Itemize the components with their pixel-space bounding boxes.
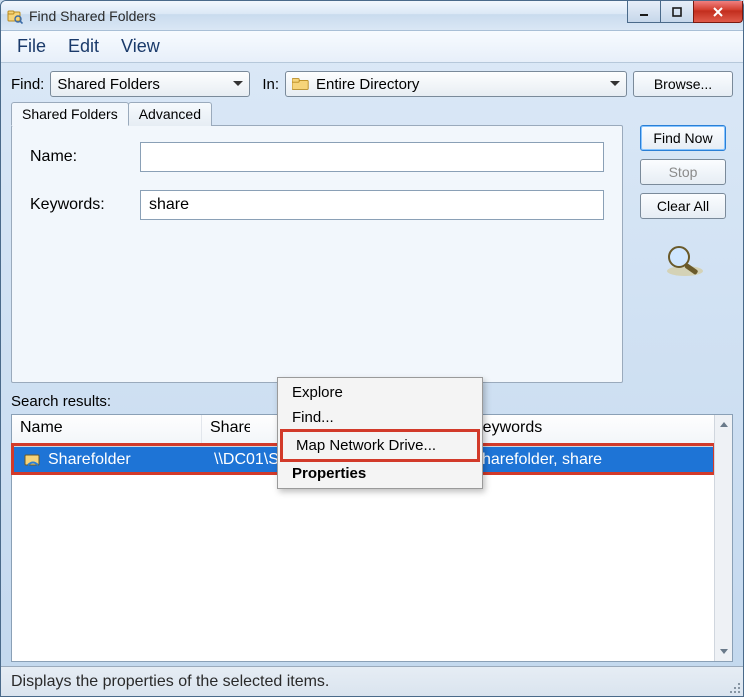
scroll-up-button[interactable] bbox=[715, 415, 732, 433]
row-name: Sharefolder bbox=[48, 451, 131, 469]
name-input[interactable] bbox=[140, 142, 604, 172]
find-type-value: Shared Folders bbox=[57, 76, 160, 93]
content-area: Find: Shared Folders In: Entire Director… bbox=[1, 63, 743, 666]
ctx-map-network-drive[interactable]: Map Network Drive... bbox=[284, 433, 476, 458]
status-text: Displays the properties of the selected … bbox=[11, 673, 329, 691]
clear-all-button[interactable]: Clear All bbox=[640, 193, 726, 219]
stop-button[interactable]: Stop bbox=[640, 159, 726, 185]
directory-icon bbox=[292, 77, 310, 91]
chevron-down-icon bbox=[720, 649, 728, 655]
find-now-button[interactable]: Find Now bbox=[640, 125, 726, 151]
menu-file[interactable]: File bbox=[7, 33, 56, 60]
scroll-down-button[interactable] bbox=[715, 643, 732, 661]
criteria-panel: Shared Folders Advanced Name: Keywords: bbox=[11, 125, 623, 383]
find-now-label: Find Now bbox=[653, 130, 712, 146]
search-criteria-area: Shared Folders Advanced Name: Keywords: … bbox=[11, 103, 733, 383]
search-animation-icon bbox=[659, 241, 707, 281]
ctx-find[interactable]: Find... bbox=[280, 405, 480, 430]
tab-shared-folders[interactable]: Shared Folders bbox=[11, 102, 129, 126]
find-label: Find: bbox=[11, 76, 44, 93]
chevron-up-icon bbox=[720, 421, 728, 427]
minimize-button[interactable] bbox=[627, 1, 661, 23]
menu-edit[interactable]: Edit bbox=[58, 33, 109, 60]
resize-grip-icon[interactable] bbox=[727, 680, 741, 694]
scope-value: Entire Directory bbox=[316, 76, 419, 93]
stop-label: Stop bbox=[669, 164, 698, 180]
col-keywords[interactable]: xxxxxxxxxxxxxxxxxxxxKeywords bbox=[462, 415, 732, 446]
ctx-explore[interactable]: Explore bbox=[280, 380, 480, 405]
criteria-tabs: Shared Folders Advanced bbox=[11, 102, 211, 126]
keywords-input[interactable] bbox=[140, 190, 604, 220]
ctx-properties[interactable]: Properties bbox=[280, 461, 480, 486]
window-buttons bbox=[628, 1, 743, 23]
maximize-button[interactable] bbox=[660, 1, 694, 23]
keywords-label: Keywords: bbox=[30, 196, 140, 214]
chevron-down-icon bbox=[233, 81, 243, 87]
chevron-down-icon bbox=[610, 81, 620, 87]
menu-view[interactable]: View bbox=[111, 33, 170, 60]
scope-combo[interactable]: Entire Directory bbox=[285, 71, 627, 97]
name-label: Name: bbox=[30, 148, 140, 166]
find-row: Find: Shared Folders In: Entire Director… bbox=[11, 71, 733, 97]
browse-button[interactable]: Browse... bbox=[633, 71, 733, 97]
annotation-highlight-menu: Map Network Drive... bbox=[280, 429, 480, 462]
col-name[interactable]: Name bbox=[12, 415, 202, 446]
in-label: In: bbox=[262, 76, 279, 93]
find-folder-icon bbox=[7, 8, 23, 24]
tab-advanced[interactable]: Advanced bbox=[128, 102, 212, 126]
context-menu: Explore Find... Map Network Drive... Pro… bbox=[277, 377, 483, 489]
statusbar: Displays the properties of the selected … bbox=[1, 666, 743, 696]
find-type-combo[interactable]: Shared Folders bbox=[50, 71, 250, 97]
find-shared-folders-window: Find Shared Folders File Edit View Find:… bbox=[0, 0, 744, 697]
menubar: File Edit View bbox=[1, 31, 743, 63]
clear-all-label: Clear All bbox=[657, 198, 709, 214]
titlebar: Find Shared Folders bbox=[1, 1, 743, 31]
shared-folder-icon bbox=[24, 452, 42, 468]
close-button[interactable] bbox=[693, 1, 743, 23]
browse-label: Browse... bbox=[654, 76, 712, 92]
window-title: Find Shared Folders bbox=[29, 8, 156, 24]
row-keywords: sharefolder, share bbox=[474, 451, 602, 469]
vertical-scrollbar[interactable] bbox=[714, 415, 732, 661]
action-buttons: Find Now Stop Clear All bbox=[633, 125, 733, 383]
